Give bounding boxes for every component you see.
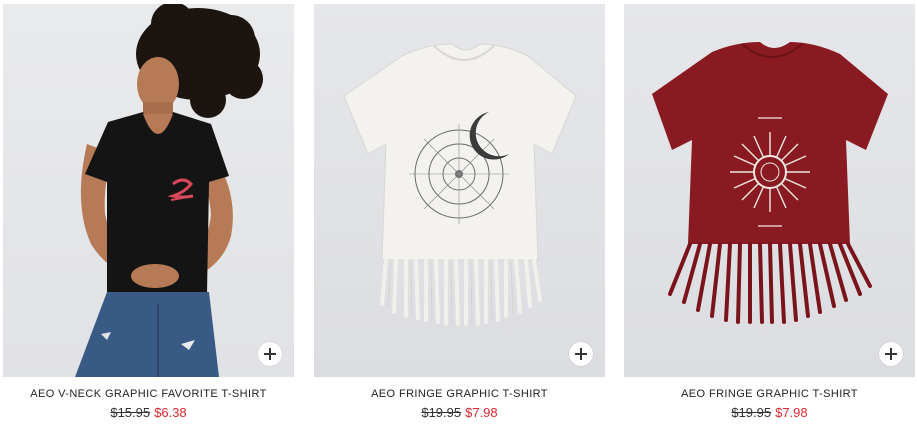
product-name[interactable]: AEO FRINGE GRAPHIC T-SHIRT (624, 388, 915, 400)
model-black-vneck-tshirt-image (75, 4, 263, 377)
product-price: $15.95 $6.38 (3, 405, 294, 420)
product-card[interactable]: AEO V-NECK GRAPHIC FAVORITE T-SHIRT $15.… (3, 4, 294, 432)
white-fringe-graphic-tshirt-image (343, 43, 577, 326)
product-price: $19.95 $7.98 (624, 405, 915, 420)
product-price: $19.95 $7.98 (314, 405, 605, 420)
add-to-bag-button[interactable] (879, 342, 903, 366)
red-fringe-graphic-tshirt-image (652, 42, 888, 324)
product-name[interactable]: AEO V-NECK GRAPHIC FAVORITE T-SHIRT (3, 388, 294, 400)
original-price: $15.95 (110, 405, 151, 420)
add-to-bag-button[interactable] (258, 342, 282, 366)
product-card[interactable]: AEO FRINGE GRAPHIC T-SHIRT $19.95 $7.98 (314, 4, 605, 432)
product-card[interactable]: AEO FRINGE GRAPHIC T-SHIRT $19.95 $7.98 (624, 4, 915, 432)
original-price: $19.95 (731, 405, 772, 420)
sale-price: $7.98 (465, 405, 498, 420)
product-grid: AEO V-NECK GRAPHIC FAVORITE T-SHIRT $15.… (0, 0, 917, 435)
product-image[interactable] (624, 4, 915, 377)
original-price: $19.95 (421, 405, 462, 420)
sale-price: $6.38 (154, 405, 187, 420)
sale-price: $7.98 (775, 405, 808, 420)
add-to-bag-button[interactable] (569, 342, 593, 366)
product-image[interactable] (3, 4, 294, 377)
product-name[interactable]: AEO FRINGE GRAPHIC T-SHIRT (314, 388, 605, 400)
product-image[interactable] (314, 4, 605, 377)
